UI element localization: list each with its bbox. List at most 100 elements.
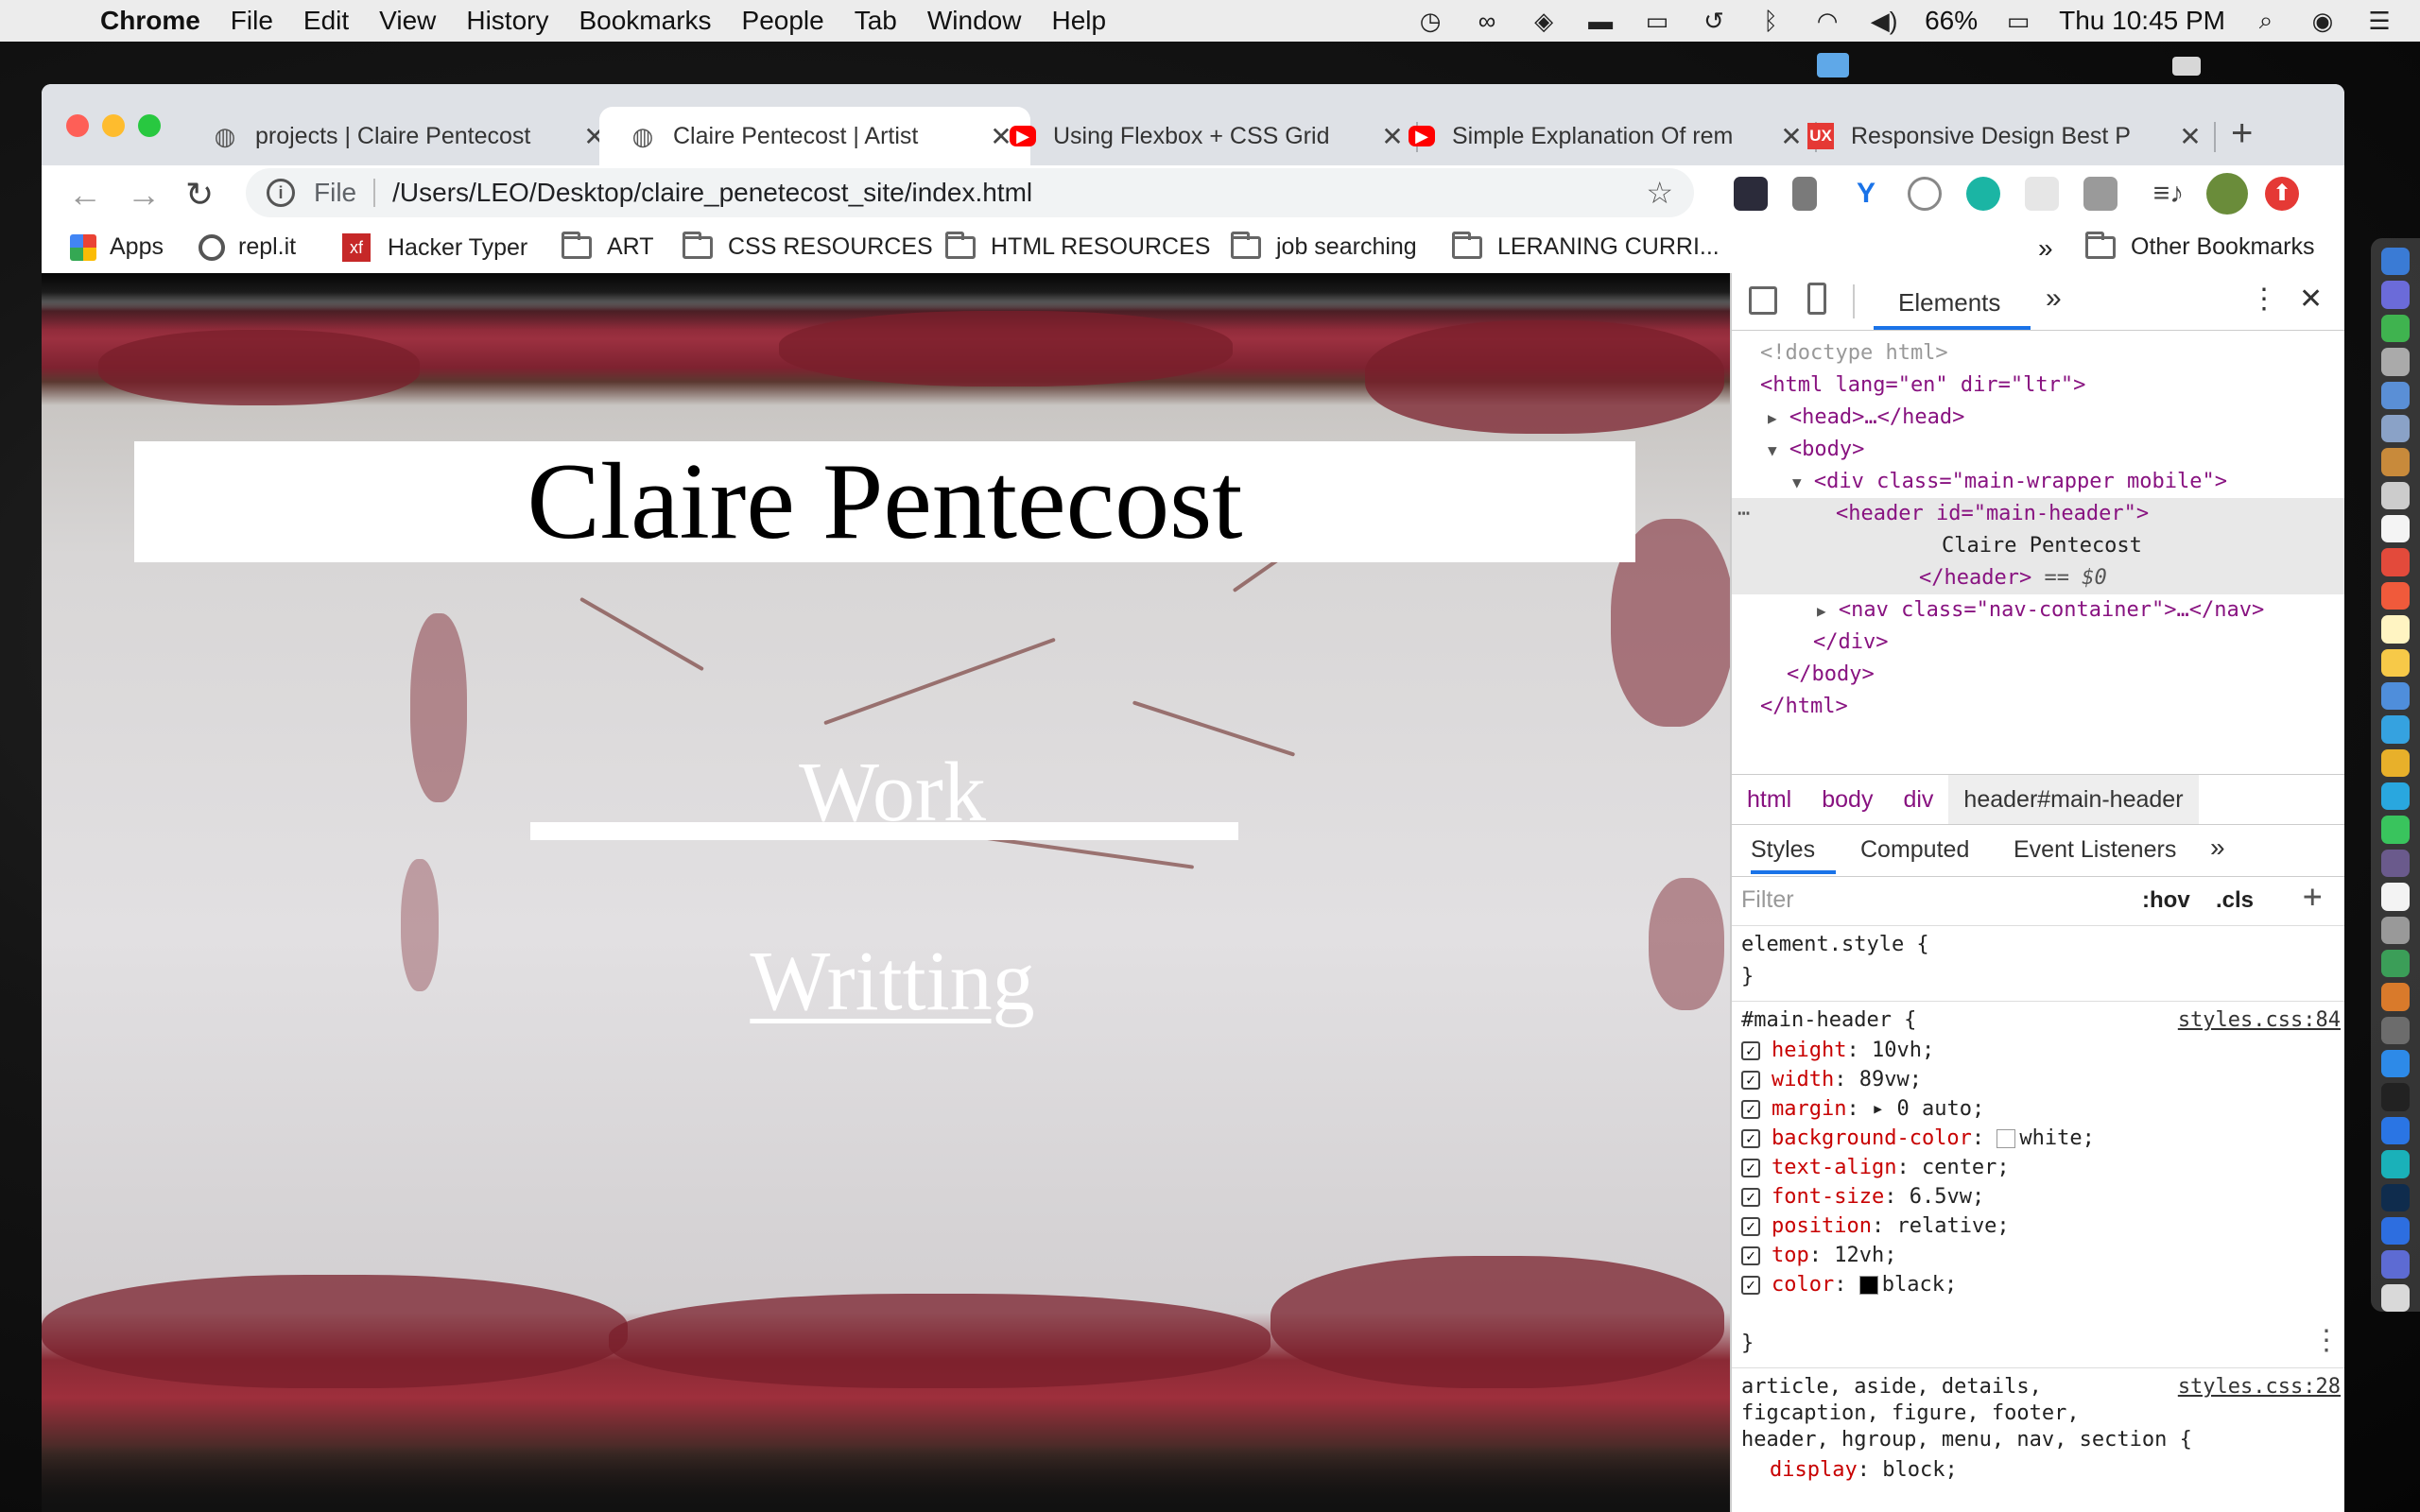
bookmark-star-icon[interactable]: ☆: [1646, 175, 1673, 211]
extension-icon[interactable]: [1908, 177, 1942, 211]
property-checkbox[interactable]: ✓: [1741, 1071, 1760, 1090]
info-icon[interactable]: i: [267, 179, 295, 207]
creative-cloud-icon[interactable]: ∞: [1471, 7, 1503, 35]
rule-selector-line[interactable]: header, hgroup, menu, nav, section {: [1741, 1428, 2192, 1452]
rule-source-link[interactable]: styles.css:84: [2178, 1008, 2341, 1032]
bookmark-hacker-typer[interactable]: xf Hacker Typer: [342, 233, 527, 262]
app-dock-icon[interactable]: [2381, 681, 2410, 711]
battery-percent[interactable]: 66%: [1925, 6, 1978, 36]
tab-claire-pentecost-artist[interactable]: ◍ Claire Pentecost | Artist ✕: [599, 107, 1030, 165]
timer-icon[interactable]: ◷: [1414, 7, 1446, 35]
bookmark-other-bookmarks[interactable]: Other Bookmarks: [2085, 231, 2315, 261]
bookmark-folder-job-searching[interactable]: job searching: [1231, 231, 1417, 261]
terminal-dock-icon[interactable]: [2381, 1083, 2410, 1111]
css-property-row[interactable]: ✓ font-size: 6.5vw;: [1741, 1185, 1984, 1209]
tab-rem-explanation[interactable]: ▶ Simple Explanation Of rem ✕: [1409, 107, 1806, 165]
tab-responsive-design[interactable]: UX Responsive Design Best P ✕: [1807, 107, 2204, 165]
app-dock-icon[interactable]: [2381, 548, 2410, 576]
nav-link-writting[interactable]: Writting: [628, 935, 1157, 1029]
css-property-row[interactable]: display: block;: [1770, 1458, 1958, 1482]
dom-header-text[interactable]: Claire Pentecost: [1942, 530, 2320, 562]
address-bar[interactable]: i File /Users/LEO/Desktop/claire_penetec…: [246, 168, 1694, 217]
zoom-window-button[interactable]: [138, 114, 161, 137]
dom-header-open[interactable]: <header id="main-header">: [1836, 498, 2327, 530]
css-property-row[interactable]: ✓ background-color: white;: [1741, 1126, 2095, 1150]
skype-dock-icon[interactable]: [2381, 782, 2410, 811]
tab-elements[interactable]: Elements: [1898, 288, 2000, 318]
css-property-row[interactable]: ✓ height: 10vh;: [1741, 1039, 1934, 1062]
bookmarks-overflow-chevron[interactable]: »: [2038, 233, 2053, 264]
minimize-window-button[interactable]: [102, 114, 125, 137]
tab-event-listeners[interactable]: Event Listeners: [2014, 836, 2176, 864]
dom-body-open[interactable]: ▼ <body>: [1768, 434, 2344, 466]
battery-icon[interactable]: ▭: [2002, 7, 2034, 35]
hover-state-toggle[interactable]: :hov: [2142, 887, 2190, 914]
color-swatch[interactable]: [1858, 1276, 1878, 1295]
dom-div-close[interactable]: </div>: [1813, 627, 2344, 659]
app-dock-icon[interactable]: [2381, 314, 2410, 343]
menu-view[interactable]: View: [379, 6, 436, 36]
dom-html-open[interactable]: <html lang="en" dir="ltr">: [1760, 369, 2344, 402]
close-tab-icon[interactable]: ✕: [1378, 121, 1407, 152]
forward-arrow-icon[interactable]: →: [127, 175, 161, 215]
wifi-icon[interactable]: ◠: [1811, 7, 1843, 35]
app-dock-icon[interactable]: [2381, 1150, 2410, 1178]
dom-header-close[interactable]: </header> == $0: [1919, 562, 2316, 594]
new-tab-button[interactable]: +: [2231, 112, 2253, 155]
launchpad-dock-icon[interactable]: [2381, 348, 2410, 376]
bookmark-apps[interactable]: Apps: [70, 233, 164, 261]
dom-doctype[interactable]: <!doctype html>: [1760, 337, 2344, 369]
menu-file[interactable]: File: [231, 6, 273, 36]
css-property-row[interactable]: ✓ text-align: center;: [1741, 1156, 2010, 1179]
bookmark-folder-html-resources[interactable]: HTML RESOURCES: [945, 231, 1210, 261]
media-controls-icon[interactable]: ≡♪: [2152, 177, 2186, 211]
dom-div-open[interactable]: ▼ <div class="main-wrapper mobile">: [1792, 466, 2344, 498]
app-dock-icon[interactable]: [2381, 849, 2410, 878]
spotlight-search-icon[interactable]: ⌕: [2250, 6, 2282, 34]
extension-icon[interactable]: [1792, 177, 1817, 211]
display-icon[interactable]: ▬: [1584, 7, 1616, 35]
app-dock-icon[interactable]: [2381, 1250, 2410, 1279]
dom-nav[interactable]: ▶ <nav class="nav-container">…</nav>: [1817, 594, 2344, 627]
airplay-icon[interactable]: ▭: [1641, 7, 1673, 35]
menu-tab[interactable]: Tab: [855, 6, 897, 36]
url-text[interactable]: /Users/LEO/Desktop/claire_penetecost_sit…: [392, 178, 1032, 208]
property-checkbox[interactable]: ✓: [1741, 1276, 1760, 1295]
safari-dock-icon[interactable]: [2381, 1050, 2410, 1078]
desktop-file-icon[interactable]: [2172, 57, 2201, 76]
calendar-dock-icon[interactable]: [2381, 515, 2410, 543]
app-dock-icon[interactable]: [2381, 448, 2410, 476]
rule-selector-line[interactable]: figcaption, figure, footer,: [1741, 1401, 2080, 1425]
extension-icon[interactable]: [2025, 177, 2059, 211]
device-toolbar-icon[interactable]: [1807, 283, 1826, 315]
trash-dock-icon[interactable]: [2381, 1283, 2410, 1312]
time-machine-icon[interactable]: ↺: [1698, 7, 1730, 35]
dom-body-close[interactable]: </body>: [1787, 659, 2344, 691]
dom-head[interactable]: ▶ <head>…</head>: [1768, 402, 2344, 434]
expanded-triangle-icon[interactable]: ▼: [1792, 473, 1802, 491]
styles-filter-input[interactable]: Filter: [1736, 881, 2127, 919]
messages-dock-icon[interactable]: [2381, 715, 2410, 744]
app-dock-icon[interactable]: [2381, 381, 2410, 409]
volume-icon[interactable]: ◀): [1868, 7, 1900, 35]
numbers-dock-icon[interactable]: [2381, 949, 2410, 978]
bluetooth-icon[interactable]: ᛒ: [1754, 7, 1787, 35]
inspect-element-icon[interactable]: [1749, 286, 1777, 315]
property-checkbox[interactable]: ✓: [1741, 1100, 1760, 1119]
app-dock-icon[interactable]: [2381, 983, 2410, 1011]
app-store-dock-icon[interactable]: [2381, 1116, 2410, 1145]
property-checkbox[interactable]: ✓: [1741, 1217, 1760, 1236]
app-dock-icon[interactable]: [2381, 414, 2410, 443]
close-window-button[interactable]: [66, 114, 89, 137]
breadcrumb-header[interactable]: header#main-header: [1948, 775, 2199, 824]
back-arrow-icon[interactable]: ←: [68, 175, 102, 215]
app-dock-icon[interactable]: [2381, 648, 2410, 677]
menu-history[interactable]: History: [466, 6, 548, 36]
avatar[interactable]: [2206, 173, 2248, 215]
close-tab-icon[interactable]: ✕: [1777, 121, 1806, 152]
tab-projects[interactable]: ◍ projects | Claire Pentecost ✕: [212, 107, 609, 165]
dom-html-close[interactable]: </html>: [1760, 691, 2344, 723]
breadcrumb-body[interactable]: body: [1806, 786, 1888, 814]
property-checkbox[interactable]: ✓: [1741, 1041, 1760, 1060]
bookmark-folder-art[interactable]: ART: [562, 231, 654, 261]
